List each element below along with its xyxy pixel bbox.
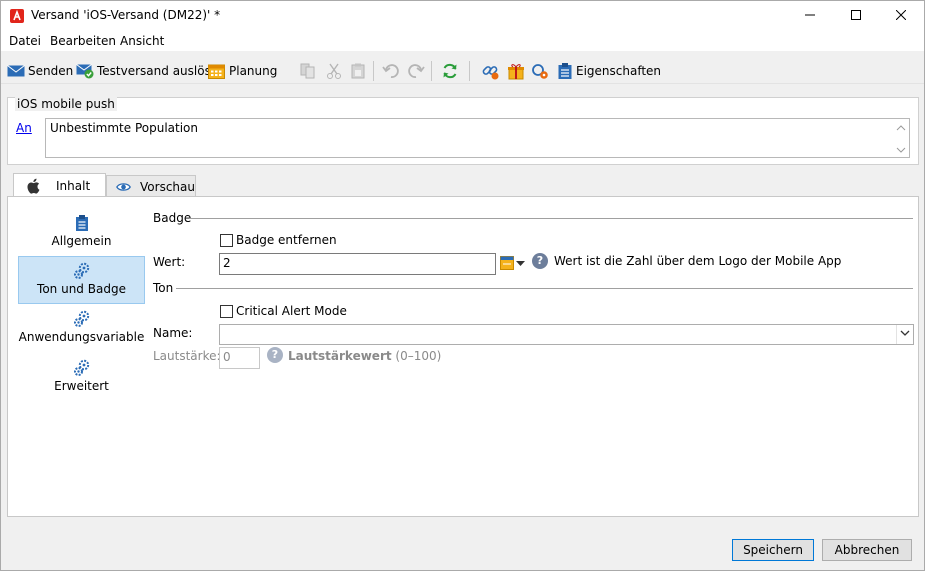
to-link[interactable]: An	[16, 121, 32, 135]
test-send-icon	[76, 64, 94, 79]
toolbar: Senden Testversand auslösen Planung Eige…	[1, 57, 924, 84]
menu-ansicht[interactable]: Ansicht	[120, 34, 164, 48]
scroll-up-icon[interactable]	[896, 124, 906, 132]
volume-range: (0–100)	[395, 349, 442, 363]
gears-icon	[73, 310, 89, 327]
group-title: iOS mobile push	[15, 97, 117, 111]
paste-icon[interactable]	[349, 62, 367, 80]
copy-icon[interactable]	[299, 62, 317, 80]
link-check-icon[interactable]	[482, 62, 500, 80]
badge-value-input[interactable]: 2	[219, 253, 496, 275]
population-scrollbar[interactable]	[895, 121, 907, 155]
save-label: Speichern	[743, 543, 803, 557]
senden-label: Senden	[28, 64, 74, 78]
maximize-icon	[851, 10, 861, 20]
apple-icon	[27, 178, 40, 194]
gears-icon	[73, 359, 89, 376]
menu-bearbeiten[interactable]: Bearbeiten	[50, 34, 116, 48]
sound-section-title: Ton	[153, 281, 174, 295]
toolbar-separator	[469, 61, 470, 81]
adobe-app-icon	[10, 9, 24, 23]
link-gear-icon[interactable]	[531, 62, 549, 80]
population-text: Unbestimmte Population	[50, 121, 199, 135]
badge-divider	[189, 218, 913, 219]
testversand-label: Testversand auslösen	[97, 64, 226, 78]
tab-strip: Inhalt Vorschau	[7, 173, 919, 198]
population-field[interactable]: Unbestimmte Population	[45, 118, 910, 158]
badge-value-label: Wert:	[153, 255, 186, 269]
badge-remove-label: Badge entfernen	[236, 233, 337, 247]
scroll-down-icon[interactable]	[896, 146, 906, 154]
redo-icon[interactable]	[407, 62, 425, 80]
title-bar: Versand 'iOS-Versand (DM22)' *	[1, 1, 924, 31]
cancel-button[interactable]: Abbrechen	[822, 539, 912, 561]
gift-icon[interactable]	[507, 62, 525, 80]
chevron-down-icon	[900, 330, 910, 336]
help-icon: ?	[267, 347, 283, 363]
close-icon	[895, 9, 907, 21]
dialog-window: Versand 'iOS-Versand (DM22)' * Datei Bea…	[0, 0, 925, 571]
critical-alert-label: Critical Alert Mode	[236, 304, 347, 318]
badge-help-text: Wert ist die Zahl über dem Logo der Mobi…	[554, 254, 842, 268]
volume-help-label: Lautstärkewert	[288, 349, 392, 363]
save-button[interactable]: Speichern	[732, 539, 814, 561]
toolbar-separator	[431, 61, 432, 81]
gears-icon	[73, 262, 89, 279]
maximize-button[interactable]	[833, 1, 879, 31]
planung-button[interactable]: Planung	[208, 61, 277, 81]
calendar-icon	[208, 64, 225, 79]
sound-name-dropdown-button[interactable]	[896, 325, 913, 344]
cut-icon[interactable]	[325, 62, 343, 80]
nav-item-label: Anwendungsvariable	[18, 330, 145, 344]
expression-editor-icon[interactable]	[500, 255, 514, 271]
envelope-icon	[7, 65, 25, 77]
volume-help-text: Lautstärkewert (0–100)	[288, 349, 441, 363]
volume-label: Lautstärke:	[153, 349, 221, 363]
refresh-icon[interactable]	[441, 62, 459, 80]
nav-item-label: Ton und Badge	[37, 282, 126, 296]
clipboard-icon	[558, 63, 572, 79]
close-button[interactable]	[878, 1, 924, 31]
undo-icon[interactable]	[382, 62, 400, 80]
clipboard-icon	[75, 215, 88, 231]
eye-icon	[116, 182, 131, 191]
badge-value-text: 2	[223, 256, 231, 270]
chevron-down-icon[interactable]	[516, 261, 525, 267]
volume-input[interactable]: 0	[219, 347, 260, 369]
toolbar-separator	[373, 61, 374, 81]
sound-divider	[176, 288, 913, 289]
testversand-button[interactable]: Testversand auslösen	[76, 61, 226, 81]
cancel-label: Abbrechen	[834, 543, 900, 557]
sound-name-select[interactable]	[219, 324, 914, 345]
minimize-icon	[805, 14, 815, 16]
nav-item-allgemein[interactable]: Allgemein	[18, 209, 145, 257]
help-icon: ?	[532, 253, 548, 269]
tab-inhalt[interactable]: Inhalt	[13, 173, 106, 198]
window-title: Versand 'iOS-Versand (DM22)' *	[31, 8, 221, 22]
planung-label: Planung	[229, 64, 278, 78]
senden-button[interactable]: Senden	[7, 61, 73, 81]
menu-bar: Datei Bearbeiten Ansicht	[1, 31, 924, 51]
volume-value: 0	[223, 350, 231, 364]
nav-item-ton-und-badge[interactable]: Ton und Badge	[18, 256, 145, 304]
tab-inhalt-label: Inhalt	[56, 179, 91, 193]
content-panel: Allgemein Ton und Badge Anwendungsvariab…	[7, 196, 919, 517]
tab-vorschau[interactable]: Vorschau	[106, 175, 196, 197]
badge-section-title: Badge	[153, 211, 192, 225]
eigenschaften-label: Eigenschaften	[576, 64, 662, 78]
menu-datei[interactable]: Datei	[9, 34, 41, 48]
eigenschaften-button[interactable]: Eigenschaften	[557, 61, 661, 81]
sound-name-label: Name:	[153, 326, 193, 340]
nav-item-label: Erweitert	[54, 379, 109, 393]
nav-item-anwendungsvariable[interactable]: Anwendungsvariable	[18, 305, 145, 353]
nav-item-erweitert[interactable]: Erweitert	[18, 354, 145, 402]
nav-item-label: Allgemein	[51, 234, 112, 248]
critical-alert-checkbox[interactable]	[220, 305, 233, 318]
tab-vorschau-label: Vorschau	[140, 179, 195, 194]
badge-remove-checkbox[interactable]	[220, 234, 233, 247]
minimize-button[interactable]	[787, 1, 833, 31]
